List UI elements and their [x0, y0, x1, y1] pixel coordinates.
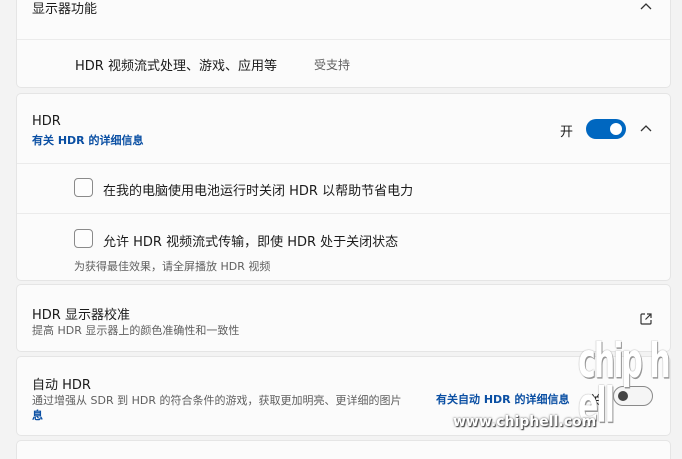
chevron-up-icon[interactable]	[639, 0, 653, 14]
hdr-streaming-label: 允许 HDR 视频流式传输，即使 HDR 处于关闭状态	[103, 235, 399, 250]
auto-hdr-info-link[interactable]: 有关自动 HDR 的详细信息	[436, 391, 569, 407]
battery-hdr-label: 在我的电脑使用电池运行时关闭 HDR 以帮助节省电力	[103, 184, 414, 199]
hdr-support-status: 受支持	[314, 58, 351, 72]
hdr-info-link[interactable]: 有关 HDR 的详细信息	[32, 132, 143, 148]
next-settings-card	[16, 440, 671, 459]
display-features-header: 显示器功能	[32, 2, 98, 17]
hdr-calibration-card[interactable]: HDR 显示器校准 提高 HDR 显示器上的颜色准确性和一致性	[16, 284, 671, 352]
chevron-up-icon[interactable]	[639, 122, 653, 136]
hdr-calibration-subtitle: 提高 HDR 显示器上的颜色准确性和一致性	[32, 324, 240, 337]
watermark-url: www.chiphell.com	[453, 414, 597, 430]
hdr-card: HDR 有关 HDR 的详细信息 开 在我的电脑使用电池运行时关闭 HDR 以帮…	[16, 93, 671, 281]
hdr-toggle[interactable]	[586, 119, 626, 139]
hdr-calibration-title: HDR 显示器校准	[32, 308, 130, 323]
hdr-support-label: HDR 视频流式处理、游戏、应用等	[75, 59, 277, 74]
hdr-streaming-hint: 为获得最佳效果，请全屏播放 HDR 视频	[74, 260, 271, 273]
hdr-toggle-label: 开	[560, 125, 574, 140]
battery-hdr-checkbox[interactable]	[74, 178, 93, 197]
divider	[17, 163, 670, 164]
auto-hdr-info-link-wrap: 息	[32, 409, 43, 422]
divider	[17, 39, 670, 40]
auto-hdr-subtitle: 通过增强从 SDR 到 HDR 的符合条件的游戏，获取更加明亮、更详细的图片	[32, 394, 402, 407]
hdr-title: HDR	[32, 114, 61, 129]
auto-hdr-title: 自动 HDR	[32, 378, 91, 393]
toggle-knob	[610, 123, 622, 135]
hdr-streaming-checkbox[interactable]	[74, 229, 93, 248]
divider	[17, 213, 670, 214]
display-features-card: 显示器功能 HDR 视频流式处理、游戏、应用等 受支持	[16, 0, 671, 88]
open-external-icon[interactable]	[639, 312, 653, 326]
